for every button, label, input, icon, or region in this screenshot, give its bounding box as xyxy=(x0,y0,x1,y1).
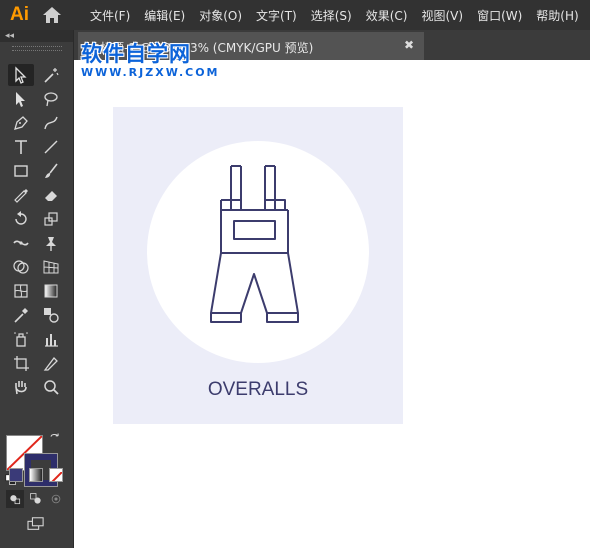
menu-effect[interactable]: 效果(C) xyxy=(359,7,415,24)
color-mode-swatch[interactable] xyxy=(9,468,23,482)
line-tool-icon[interactable] xyxy=(38,136,64,158)
gradient-tool-icon[interactable] xyxy=(38,280,64,302)
symbol-sprayer-icon[interactable] xyxy=(8,328,34,350)
draw-behind-icon[interactable] xyxy=(27,490,45,508)
perspective-grid-icon[interactable] xyxy=(38,256,64,278)
tools-panel: ◂◂ xyxy=(0,30,74,548)
draw-inside-icon[interactable] xyxy=(47,490,65,508)
screen-mode-icon[interactable] xyxy=(24,514,48,534)
menu-help[interactable]: 帮助(H) xyxy=(529,7,585,24)
shaper-tool-icon[interactable] xyxy=(8,184,34,206)
menu-type[interactable]: 文字(T) xyxy=(249,7,304,24)
menu-edit[interactable]: 编辑(E) xyxy=(137,7,192,24)
tools-panel-header: ◂◂ xyxy=(0,30,73,42)
mesh-tool-icon[interactable] xyxy=(8,280,34,302)
paintbrush-icon[interactable] xyxy=(38,160,64,182)
close-icon[interactable]: ✖ xyxy=(404,38,414,52)
slice-tool-icon[interactable] xyxy=(38,352,64,374)
menu-file[interactable]: 文件(F) xyxy=(80,7,137,24)
hand-tool-icon[interactable] xyxy=(8,376,34,398)
menu-object[interactable]: 对象(O) xyxy=(192,7,249,24)
width-tool-icon[interactable] xyxy=(8,232,34,254)
home-icon[interactable] xyxy=(42,6,62,24)
blend-tool-icon[interactable] xyxy=(38,304,64,326)
column-graph-icon[interactable] xyxy=(38,328,64,350)
eyedropper-icon[interactable] xyxy=(8,304,34,326)
swap-colors-icon[interactable] xyxy=(46,430,64,448)
menu-select[interactable]: 选择(S) xyxy=(304,7,359,24)
type-tool-icon[interactable] xyxy=(8,136,34,158)
overalls-icon[interactable] xyxy=(208,163,303,326)
direct-selection-icon[interactable] xyxy=(8,88,34,110)
eraser-icon[interactable] xyxy=(38,184,64,206)
draw-normal-icon[interactable] xyxy=(6,490,24,508)
watermark-url: WWW.RJZXW.COM xyxy=(81,66,220,79)
collapse-icon[interactable]: ◂◂ xyxy=(5,30,14,42)
gradient-mode-swatch[interactable] xyxy=(29,468,43,482)
overalls-label[interactable]: OVERALLS xyxy=(113,379,403,401)
rotate-tool-icon[interactable] xyxy=(8,208,34,230)
watermark-title: 软件自学网 xyxy=(81,42,191,66)
watermark: 软件自学网 WWW.RJZXW.COM xyxy=(81,42,220,79)
pen-tool-icon[interactable] xyxy=(8,112,34,134)
scale-tool-icon[interactable] xyxy=(38,208,64,230)
selection-tool-icon[interactable] xyxy=(8,64,34,86)
lasso-icon[interactable] xyxy=(38,88,64,110)
curvature-tool-icon[interactable] xyxy=(38,112,64,134)
menu-window[interactable]: 窗口(W) xyxy=(470,7,529,24)
main-menu: 文件(F) 编辑(E) 对象(O) 文字(T) 选择(S) 效果(C) 视图(V… xyxy=(80,0,586,30)
artboard-tool-icon[interactable] xyxy=(8,352,34,374)
rectangle-tool-icon[interactable] xyxy=(8,160,34,182)
menu-bar: Ai 文件(F) 编辑(E) 对象(O) 文字(T) 选择(S) 效果(C) 视… xyxy=(0,0,590,30)
menu-view[interactable]: 视图(V) xyxy=(414,7,470,24)
panel-grip[interactable] xyxy=(12,46,62,51)
puppet-warp-icon[interactable] xyxy=(38,232,64,254)
zoom-tool-icon[interactable] xyxy=(38,376,64,398)
shape-builder-icon[interactable] xyxy=(8,256,34,278)
none-mode-swatch[interactable] xyxy=(49,468,63,482)
magic-wand-icon[interactable] xyxy=(38,64,64,86)
app-logo: Ai xyxy=(10,4,29,25)
